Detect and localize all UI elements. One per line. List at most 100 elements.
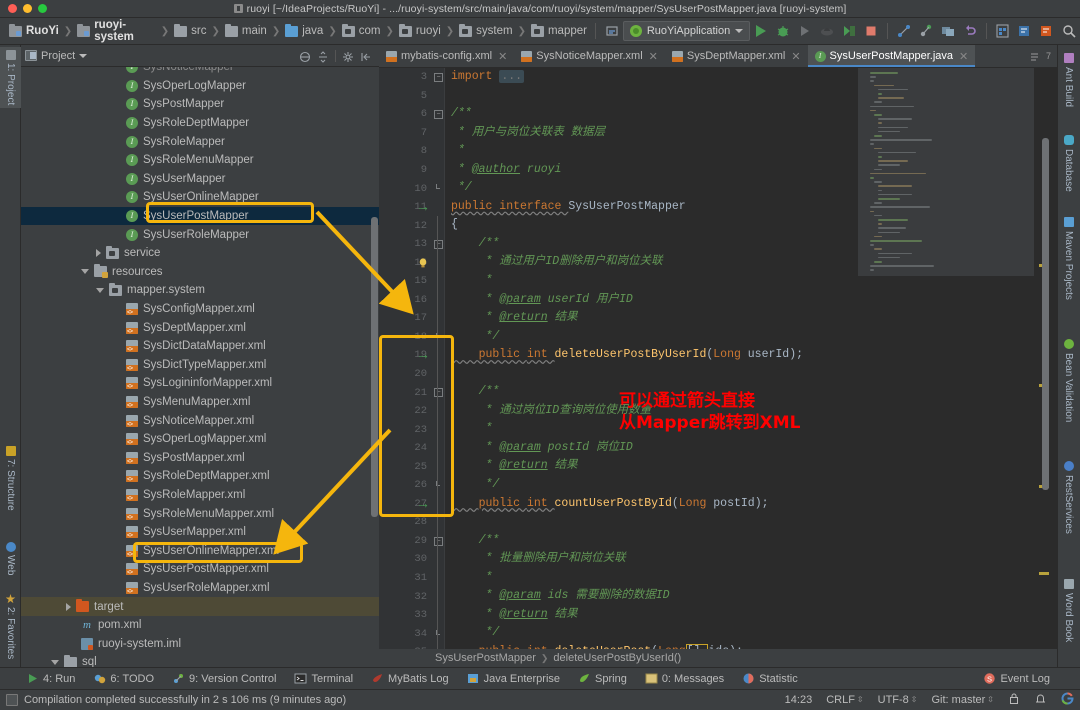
tree-item-sysrolemenumapper-xml[interactable]: SysRoleMenuMapper.xml — [21, 504, 379, 523]
tree-item-sysuseronlinemapper-xml[interactable]: SysUserOnlineMapper.xml — [21, 541, 379, 560]
fold-collapse-icon[interactable]: − — [434, 388, 443, 397]
project-tree-scrollbar[interactable] — [371, 217, 378, 517]
tree-item-sysnoticemapper-xml[interactable]: SysNoticeMapper.xml — [21, 411, 379, 430]
navigate-to-xml-arrow-icon[interactable]: → — [416, 497, 429, 510]
editor-vertical-scrollbar[interactable] — [1042, 138, 1049, 490]
code-line[interactable]: * @return 结果 — [451, 309, 1057, 328]
tree-item-sysroledeptmapper-xml[interactable]: SysRoleDeptMapper.xml — [21, 467, 379, 486]
navigate-to-xml-arrow-icon[interactable]: → — [416, 348, 429, 361]
sidebar-item-bean-validation[interactable]: Bean Validation — [1057, 335, 1080, 426]
bottom-item-statistic[interactable]: Statistic — [742, 672, 798, 685]
sidebar-item-structure[interactable]: 7: Structure — [0, 443, 21, 514]
sidebar-item-word-book[interactable]: Word Book — [1057, 575, 1080, 646]
project-tree[interactable]: ISysNoticeMapperISysOperLogMapperISysPos… — [21, 67, 379, 667]
code-line[interactable]: * @return 结果 — [451, 606, 1057, 625]
chevron-right-icon[interactable] — [96, 249, 101, 257]
profile-button[interactable] — [817, 21, 837, 41]
stop-button[interactable] — [861, 21, 881, 41]
bottom-item-version-control[interactable]: 9: Version Control — [172, 672, 276, 685]
code-line[interactable]: * @return 结果 — [451, 457, 1057, 476]
breadcrumb-item-main[interactable]: main — [222, 23, 270, 39]
chevron-down-icon[interactable] — [96, 288, 104, 293]
code-line[interactable]: /** — [451, 235, 1057, 254]
lock-icon[interactable] — [1008, 692, 1020, 708]
tree-item-sysdictdatamapper-xml[interactable]: SysDictDataMapper.xml — [21, 337, 379, 356]
database-button[interactable] — [1015, 21, 1035, 41]
bottom-item-todo[interactable]: 6: TODO — [93, 672, 154, 685]
fold-collapse-icon[interactable]: − — [434, 73, 443, 82]
close-icon[interactable]: ✕ — [649, 50, 658, 63]
tree-item-sysmenumapper-xml[interactable]: SysMenuMapper.xml — [21, 393, 379, 412]
hector-icon[interactable] — [1034, 692, 1047, 708]
tree-item-sysdicttypemapper-xml[interactable]: SysDictTypeMapper.xml — [21, 356, 379, 375]
hotswap-button[interactable] — [938, 21, 958, 41]
code-line[interactable]: * — [451, 142, 1057, 161]
code-line[interactable]: * @author ruoyi — [451, 161, 1057, 180]
tree-item-sysconfigmapper-xml[interactable]: SysConfigMapper.xml — [21, 300, 379, 319]
tree-item-sysuserpostmapper[interactable]: ISysUserPostMapper — [21, 207, 379, 226]
code-line[interactable]: * @param userId 用户ID — [451, 291, 1057, 310]
sidebar-item-ant-build[interactable]: Ant Build — [1057, 49, 1080, 111]
chevron-down-icon[interactable] — [51, 660, 59, 665]
code-line[interactable]: public interface SysUserPostMapper — [451, 198, 1057, 217]
tab-sysuserpostmapper-java[interactable]: I SysUserPostMapper.java ✕ — [808, 45, 976, 67]
debug-button[interactable] — [773, 21, 793, 41]
code-line[interactable]: */ — [451, 476, 1057, 495]
breadcrumb-item-ruoyi[interactable]: RuoYi — [6, 23, 62, 39]
bottom-item-terminal[interactable]: Terminal — [294, 672, 353, 685]
intention-bulb-icon[interactable] — [417, 257, 429, 269]
tree-item-sysuserrolemapper-xml[interactable]: SysUserRoleMapper.xml — [21, 579, 379, 598]
editor-breadcrumb[interactable]: SysUserPostMapper ❯ deleteUserPostByUser… — [379, 649, 1057, 667]
notifications-button[interactable] — [1037, 21, 1057, 41]
bottom-item-messages[interactable]: 0: Messages — [645, 672, 724, 685]
close-icon[interactable]: ✕ — [498, 50, 507, 63]
bottom-item-run[interactable]: 4: Run — [26, 672, 75, 685]
code-line[interactable] — [451, 513, 1057, 532]
git-branch-selector[interactable]: Git: master⇳ — [932, 694, 995, 706]
tree-item-sql[interactable]: sql — [21, 653, 379, 667]
close-icon[interactable]: ✕ — [791, 50, 800, 63]
tree-item-sysdeptmapper-xml[interactable]: SysDeptMapper.xml — [21, 318, 379, 337]
code-line[interactable]: * — [451, 569, 1057, 588]
code-line[interactable]: public int deleteUserPost(Long[] ids); — [451, 643, 1057, 649]
chevron-down-icon[interactable] — [79, 54, 87, 58]
bottom-item-event-log[interactable]: S Event Log — [983, 672, 1080, 685]
tree-item-sysuseronlinemapper[interactable]: ISysUserOnlineMapper — [21, 188, 379, 207]
chevron-down-icon[interactable] — [81, 269, 89, 274]
search-everywhere-button[interactable] — [1059, 21, 1079, 41]
tree-item-sysuserpostmapper-xml[interactable]: SysUserPostMapper.xml — [21, 560, 379, 579]
tree-item-resources[interactable]: resources — [21, 263, 379, 282]
tree-item-mapper-system[interactable]: mapper.system — [21, 281, 379, 300]
code-line[interactable]: * 通过用户ID删除用户和岗位关联 — [451, 253, 1057, 272]
editor-code-content[interactable]: import .../** * 用户与岗位关联表 数据层 * * @author… — [445, 68, 1057, 649]
breadcrumb-item-java[interactable]: java — [282, 23, 326, 39]
bottom-item-java-enterprise[interactable]: Java Enterprise — [467, 672, 560, 685]
run-with-coverage-button[interactable] — [795, 21, 815, 41]
navigate-to-xml-arrow-icon[interactable]: → — [416, 200, 429, 213]
compile-button[interactable] — [993, 21, 1013, 41]
code-line[interactable] — [451, 365, 1057, 384]
breadcrumb-item-ruoyi-system[interactable]: ruoyi-system — [74, 17, 159, 45]
undo-button[interactable] — [960, 21, 980, 41]
hide-panel-icon[interactable] — [360, 50, 372, 62]
tree-item-syspostmapper[interactable]: ISysPostMapper — [21, 95, 379, 114]
code-line[interactable]: public int deleteUserPostByUserId(Long u… — [451, 346, 1057, 365]
code-line[interactable]: * @param postId 岗位ID — [451, 439, 1057, 458]
tree-item-sysoperlogmapper[interactable]: ISysOperLogMapper — [21, 77, 379, 96]
sidebar-item-web[interactable]: Web — [0, 539, 21, 578]
rerun-button[interactable] — [916, 21, 936, 41]
gear-icon[interactable] — [342, 50, 354, 62]
code-line[interactable]: */ — [451, 328, 1057, 347]
tree-item-sysusermapper-xml[interactable]: SysUserMapper.xml — [21, 523, 379, 542]
code-line[interactable]: /** — [451, 532, 1057, 551]
tab-sysnoticemapper-xml[interactable]: SysNoticeMapper.xml ✕ — [514, 45, 665, 67]
sidebar-item-database[interactable]: Database — [1057, 131, 1080, 196]
run-configuration-selector[interactable]: RuoYiApplication — [623, 21, 750, 41]
bottom-item-spring[interactable]: Spring — [578, 672, 627, 685]
fold-collapse-icon[interactable]: − — [434, 240, 443, 249]
tree-item-target[interactable]: target — [21, 597, 379, 616]
update-application-button[interactable] — [894, 21, 914, 41]
tree-item-pom-xml[interactable]: mpom.xml — [21, 616, 379, 635]
navigate-to-xml-arrow-icon[interactable]: → — [416, 645, 429, 649]
tree-item-syspostmapper-xml[interactable]: SysPostMapper.xml — [21, 448, 379, 467]
